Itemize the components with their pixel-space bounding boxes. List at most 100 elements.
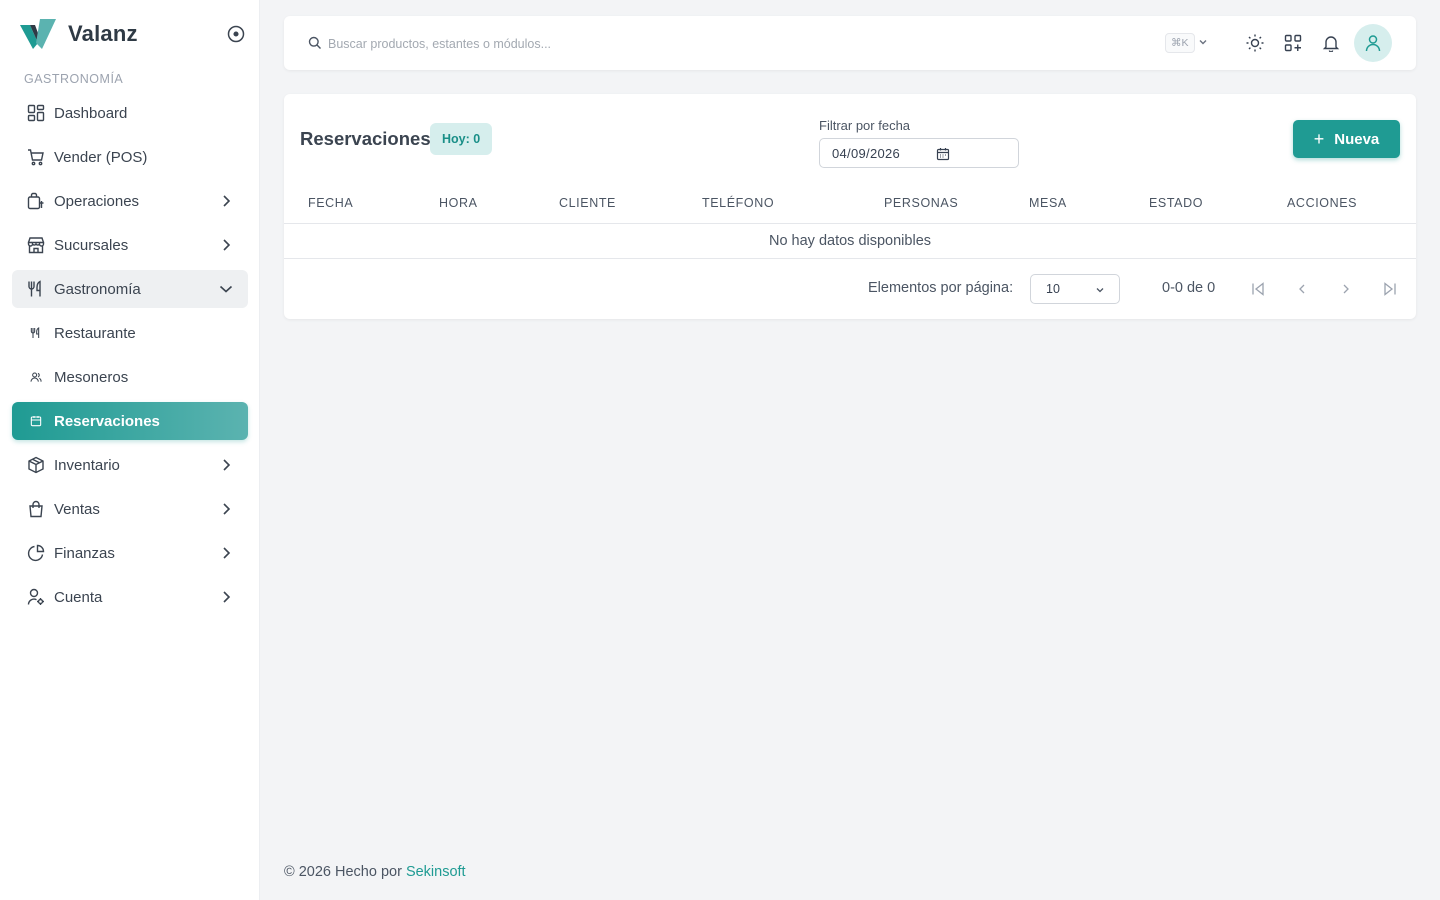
column-header-cliente[interactable]: CLIENTE: [559, 196, 616, 210]
sidebar-item-label: Cuenta: [54, 588, 103, 606]
sidebar-item-label: Sucursales: [54, 236, 129, 254]
chevron-down-icon: [1096, 288, 1104, 293]
topbar: ⌘K: [284, 16, 1416, 70]
plus-icon: +: [1313, 129, 1325, 149]
sidebar-item-ventas[interactable]: Ventas: [12, 490, 248, 528]
sidebar-item-reservaciones[interactable]: Reservaciones: [12, 402, 248, 440]
brand[interactable]: Valanz: [18, 16, 138, 52]
date-filter-input[interactable]: 04/09/2026: [819, 138, 1019, 168]
operations-icon: [24, 189, 48, 213]
previous-page-button[interactable]: [1293, 280, 1311, 298]
sidebar-item-label: Operaciones: [54, 192, 140, 210]
sidebar-item-mesoneros[interactable]: Mesoneros: [12, 358, 248, 396]
bag-icon: [24, 497, 48, 521]
sidebar-item-label: Restaurante: [54, 324, 136, 342]
table-header: FECHA HORA CLIENTE TELÉFONO PERSONAS MES…: [284, 186, 1416, 224]
store-icon: [24, 233, 48, 257]
users-icon: [24, 365, 48, 389]
apps-button[interactable]: [1281, 31, 1305, 55]
sidebar-item-label: Dashboard: [54, 104, 128, 122]
cart-icon: [24, 145, 48, 169]
last-page-button[interactable]: [1381, 280, 1399, 298]
column-header-mesa[interactable]: MESA: [1029, 196, 1067, 210]
bell-icon: [1322, 36, 1340, 52]
valanz-logo-icon: [20, 19, 56, 49]
sidebar-item-label: Gastronomía: [54, 280, 141, 298]
chevron-right-icon: [1343, 284, 1349, 294]
sidebar-item-dashboard[interactable]: Dashboard: [12, 94, 248, 132]
column-header-fecha[interactable]: FECHA: [308, 196, 353, 210]
search-input[interactable]: [328, 33, 928, 55]
items-per-page-label: Elementos por página:: [868, 280, 1014, 296]
sidebar-item-label: Reservaciones: [54, 412, 160, 430]
new-button-label: Nueva: [1334, 130, 1380, 148]
first-page-icon: [1252, 282, 1264, 296]
items-per-page-value: 10: [1046, 282, 1060, 296]
calendar-picker-icon[interactable]: [936, 147, 950, 161]
user-avatar-button[interactable]: [1354, 24, 1392, 62]
user-icon: [1365, 35, 1381, 52]
new-reservation-button[interactable]: + Nueva: [1293, 120, 1400, 158]
chevron-right-icon: [223, 195, 231, 207]
sidebar: Valanz GASTRONOMÍA Dashboard Vender (POS…: [0, 0, 260, 900]
sidebar-item-label: Finanzas: [54, 544, 115, 562]
chevron-right-icon: [223, 239, 231, 251]
sidebar-item-gastronomia[interactable]: Gastronomía: [12, 270, 248, 308]
sidebar-item-restaurante[interactable]: Restaurante: [12, 314, 248, 352]
chevron-down-icon: [219, 285, 233, 293]
next-page-button[interactable]: [1337, 280, 1355, 298]
pie-chart-icon: [24, 541, 48, 565]
column-header-personas[interactable]: PERSONAS: [884, 196, 958, 210]
sidebar-item-operaciones[interactable]: Operaciones: [12, 182, 248, 220]
today-count-badge: Hoy: 0: [430, 123, 493, 155]
sidebar-item-cuenta[interactable]: Cuenta: [12, 578, 248, 616]
first-page-button[interactable]: [1249, 280, 1267, 298]
search-shortcut-badge: ⌘K: [1165, 33, 1195, 53]
table-empty-message: No hay datos disponibles: [284, 224, 1416, 259]
date-filter-label: Filtrar por fecha: [819, 118, 911, 133]
reservations-card: Reservaciones Hoy: 0 Filtrar por fecha 0…: [284, 94, 1416, 319]
dashboard-icon: [24, 101, 48, 125]
chevron-right-icon: [223, 503, 231, 515]
sidebar-item-pos[interactable]: Vender (POS): [12, 138, 248, 176]
circle-dot-icon: [227, 25, 245, 43]
chevron-right-icon: [223, 459, 231, 471]
chevron-right-icon: [223, 591, 231, 603]
last-page-icon: [1384, 282, 1396, 296]
chevron-down-icon[interactable]: [1197, 36, 1209, 48]
items-per-page-select[interactable]: 10: [1030, 274, 1120, 304]
search-icon: [308, 36, 321, 49]
notifications-button[interactable]: [1319, 31, 1343, 55]
sidebar-item-label: Ventas: [54, 500, 100, 518]
column-header-acciones: ACCIONES: [1287, 196, 1358, 210]
column-header-telefono[interactable]: TELÉFONO: [702, 196, 774, 210]
date-filter-value: 04/09/2026: [832, 146, 901, 161]
utensils-small-icon: [24, 321, 48, 345]
theme-toggle-button[interactable]: [1243, 31, 1267, 55]
footer-link[interactable]: Sekinsoft: [406, 864, 466, 880]
grid-plus-icon: [1284, 34, 1302, 52]
footer: © 2026 Hecho por Sekinsoft: [284, 864, 466, 880]
sidebar-item-sucursales[interactable]: Sucursales: [12, 226, 248, 264]
sun-icon: [1246, 34, 1264, 52]
column-header-hora[interactable]: HORA: [439, 196, 478, 210]
user-gear-icon: [24, 585, 48, 609]
collapse-sidebar-button[interactable]: [226, 24, 246, 44]
app-name: Valanz: [68, 21, 138, 46]
sidebar-nav: Dashboard Vender (POS) Operaciones Sucur…: [12, 94, 248, 622]
chevron-left-icon: [1299, 284, 1305, 294]
box-icon: [24, 453, 48, 477]
pagination-range: 0-0 de 0: [1162, 280, 1216, 296]
sidebar-item-label: Vender (POS): [54, 148, 148, 166]
sidebar-item-finanzas[interactable]: Finanzas: [12, 534, 248, 572]
chevron-right-icon: [223, 547, 231, 559]
footer-text: © 2026 Hecho por: [284, 864, 406, 880]
sidebar-item-inventario[interactable]: Inventario: [12, 446, 248, 484]
utensils-icon: [24, 277, 48, 301]
page-title: Reservaciones: [300, 128, 431, 149]
sidebar-item-label: Inventario: [54, 456, 120, 474]
calendar-icon: [24, 409, 48, 433]
sidebar-section-label: GASTRONOMÍA: [24, 72, 124, 86]
sidebar-item-label: Mesoneros: [54, 368, 129, 386]
column-header-estado[interactable]: ESTADO: [1149, 196, 1203, 210]
